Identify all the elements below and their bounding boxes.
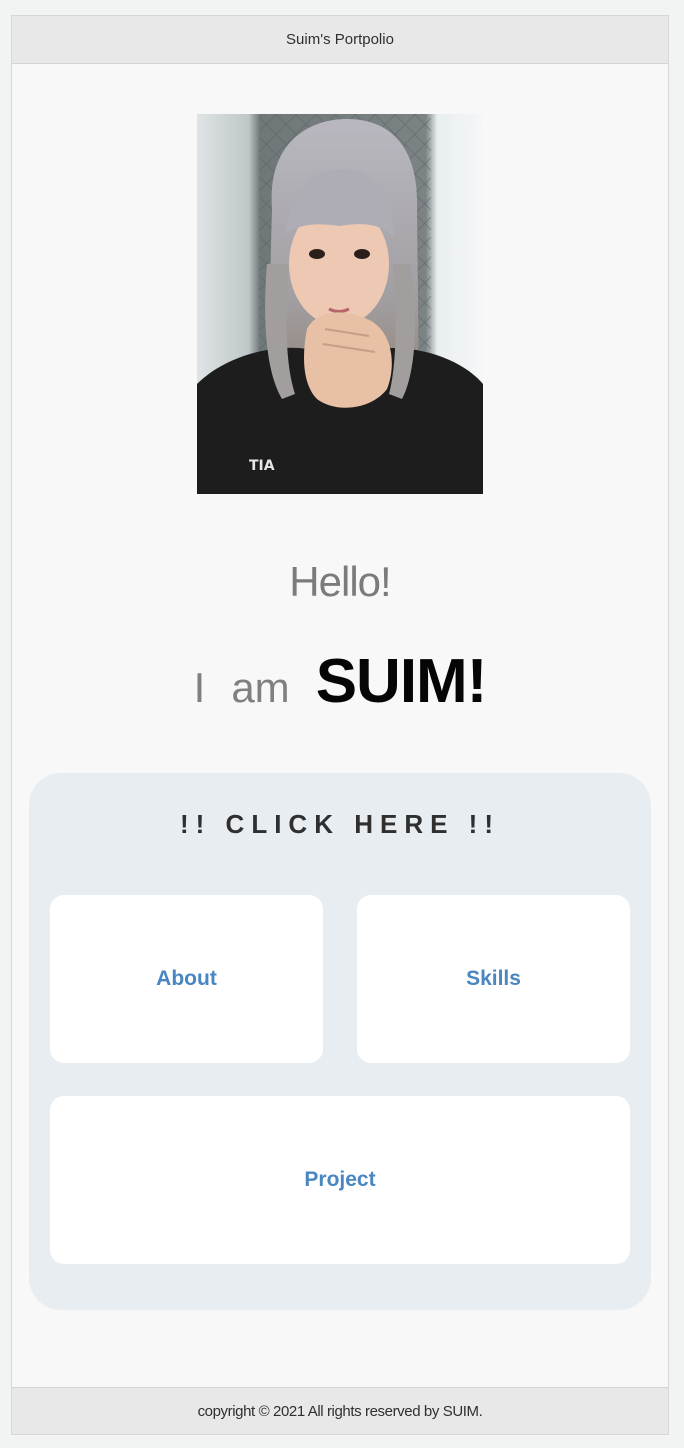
site-title: Suim's Portpolio [286,31,394,48]
intro-i: I [193,664,206,711]
menu-panel: !! CLICK HERE !! About Skills Project [29,773,651,1310]
project-button[interactable]: Project [50,1096,630,1264]
intro-line: I am SUIM! [12,646,668,717]
page-frame: Suim's Portpolio TIA Hello! I am SUIM! !… [11,15,669,1435]
hello-text: Hello! [289,558,391,605]
footer: copyright © 2021 All rights reserved by … [12,1387,668,1434]
about-button[interactable]: About [50,895,323,1063]
intro-am: am [231,664,290,711]
skills-button[interactable]: Skills [357,895,630,1063]
intro-name: SUIM! [315,647,488,716]
top-bar: Suim's Portpolio [12,16,668,64]
profile-photo: TIA [197,114,483,494]
menu-title: !! CLICK HERE !! [180,809,500,839]
copyright-text: copyright © 2021 All rights reserved by … [197,1402,483,1420]
svg-text:TIA: TIA [249,458,275,474]
